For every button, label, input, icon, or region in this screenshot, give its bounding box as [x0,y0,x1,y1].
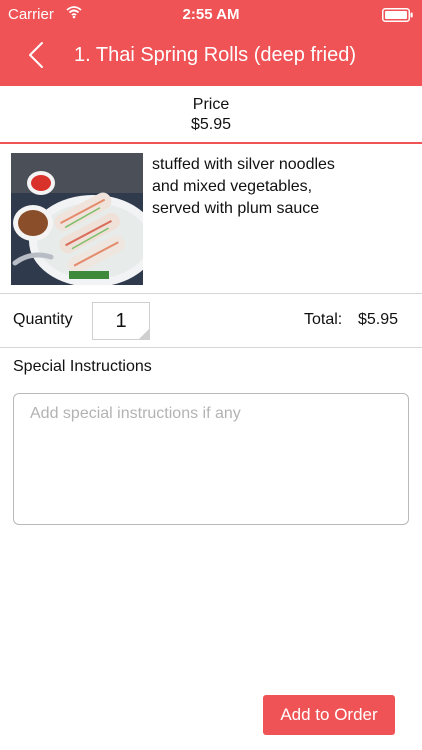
special-instructions-placeholder: Add special instructions if any [30,405,241,422]
app-header: Carrier 2:55 AM 1. Thai Spring Rolls (de… [0,0,422,86]
total-label: Total: [304,311,343,328]
price-label: Price [192,96,230,113]
item-details: stuffed with silver noodles and mixed ve… [0,144,422,294]
quantity-label: Quantity [13,311,73,328]
description-line: stuffed with silver noodles [152,156,335,173]
chevron-left-icon [29,42,43,68]
price-value: $5.95 [190,116,232,133]
total-value: $5.95 [358,311,399,328]
battery-icon [382,8,414,27]
page-title: 1. Thai Spring Rolls (deep fried) [74,44,356,66]
special-instructions-label: Special Instructions [13,358,152,375]
back-button[interactable] [24,40,50,70]
quantity-row: Quantity 1 Total: $5.95 [0,294,422,348]
quantity-value: 1 [115,310,127,332]
item-description: stuffed with silver noodles and mixed ve… [152,154,412,220]
status-bar: Carrier 2:55 AM [0,0,422,30]
status-time: 2:55 AM [182,6,240,23]
resize-corner-icon [139,329,149,339]
item-photo [11,153,143,285]
quantity-field[interactable]: 1 [92,302,150,340]
price-section: Price $5.95 [0,86,422,144]
add-to-order-button[interactable]: Add to Order [263,695,395,735]
special-instructions-input[interactable]: Add special instructions if any [13,393,409,525]
description-line: and mixed vegetables, [152,178,313,195]
description-line: served with plum sauce [152,200,320,217]
